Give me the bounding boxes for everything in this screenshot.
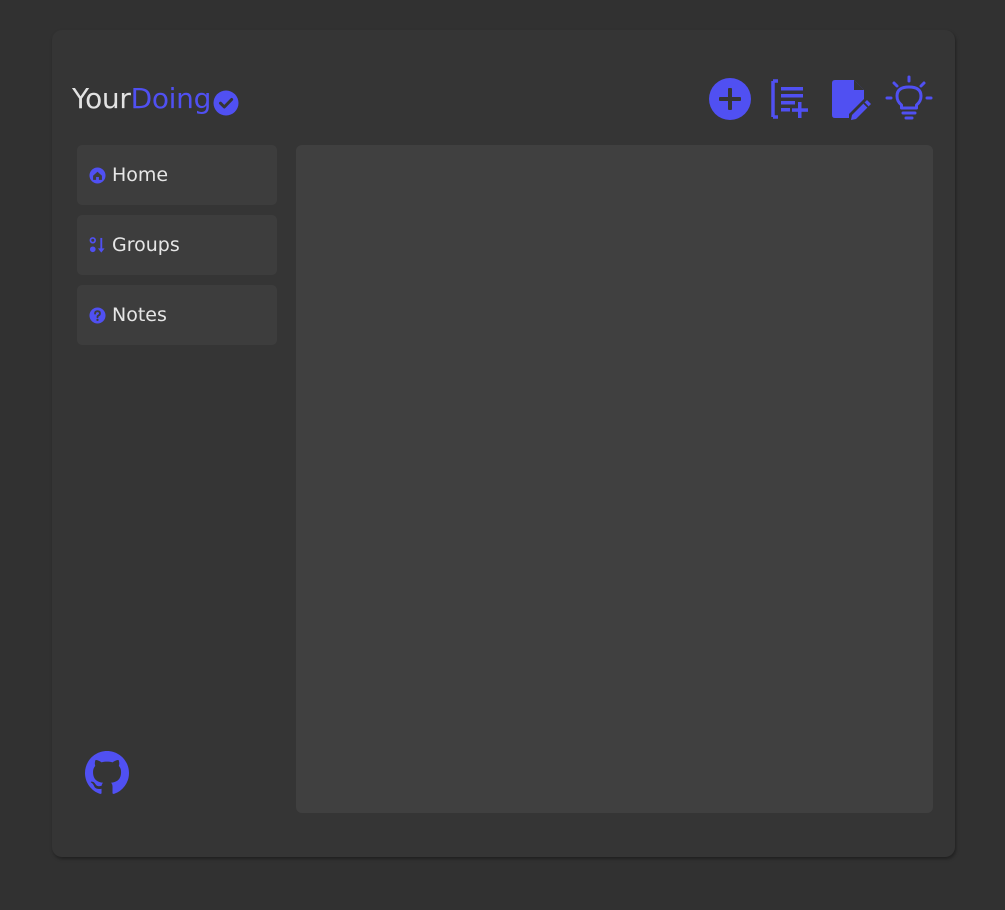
home-icon [88, 166, 106, 184]
idea-button[interactable] [884, 74, 934, 124]
add-task-button[interactable] [705, 74, 755, 124]
logo-text-your: Your [72, 82, 131, 115]
add-list-icon [767, 77, 811, 121]
edit-note-icon [827, 77, 871, 121]
check-badge-icon [213, 88, 239, 116]
lightbulb-icon [885, 75, 933, 123]
sidebar-item-notes[interactable]: Notes [77, 285, 277, 345]
logo-text-doing: Doing [130, 82, 212, 115]
toolbar [705, 74, 935, 126]
app-card: Your Doing Home Groups Notes [52, 30, 955, 857]
add-list-button[interactable] [764, 74, 814, 124]
sidebar-item-home[interactable]: Home [77, 145, 277, 205]
sidebar-item-label: Home [112, 164, 169, 186]
sort-icon [88, 236, 106, 254]
question-icon [88, 306, 106, 324]
github-link[interactable] [85, 751, 129, 795]
github-icon [85, 751, 129, 799]
edit-note-button[interactable] [824, 74, 874, 124]
main-content-panel [296, 145, 933, 813]
sidebar-item-label: Notes [112, 304, 167, 326]
sidebar-item-label: Groups [112, 234, 180, 256]
sidebar-item-groups[interactable]: Groups [77, 215, 277, 275]
plus-circle-icon [708, 77, 752, 121]
app-logo[interactable]: Your Doing [72, 80, 239, 118]
